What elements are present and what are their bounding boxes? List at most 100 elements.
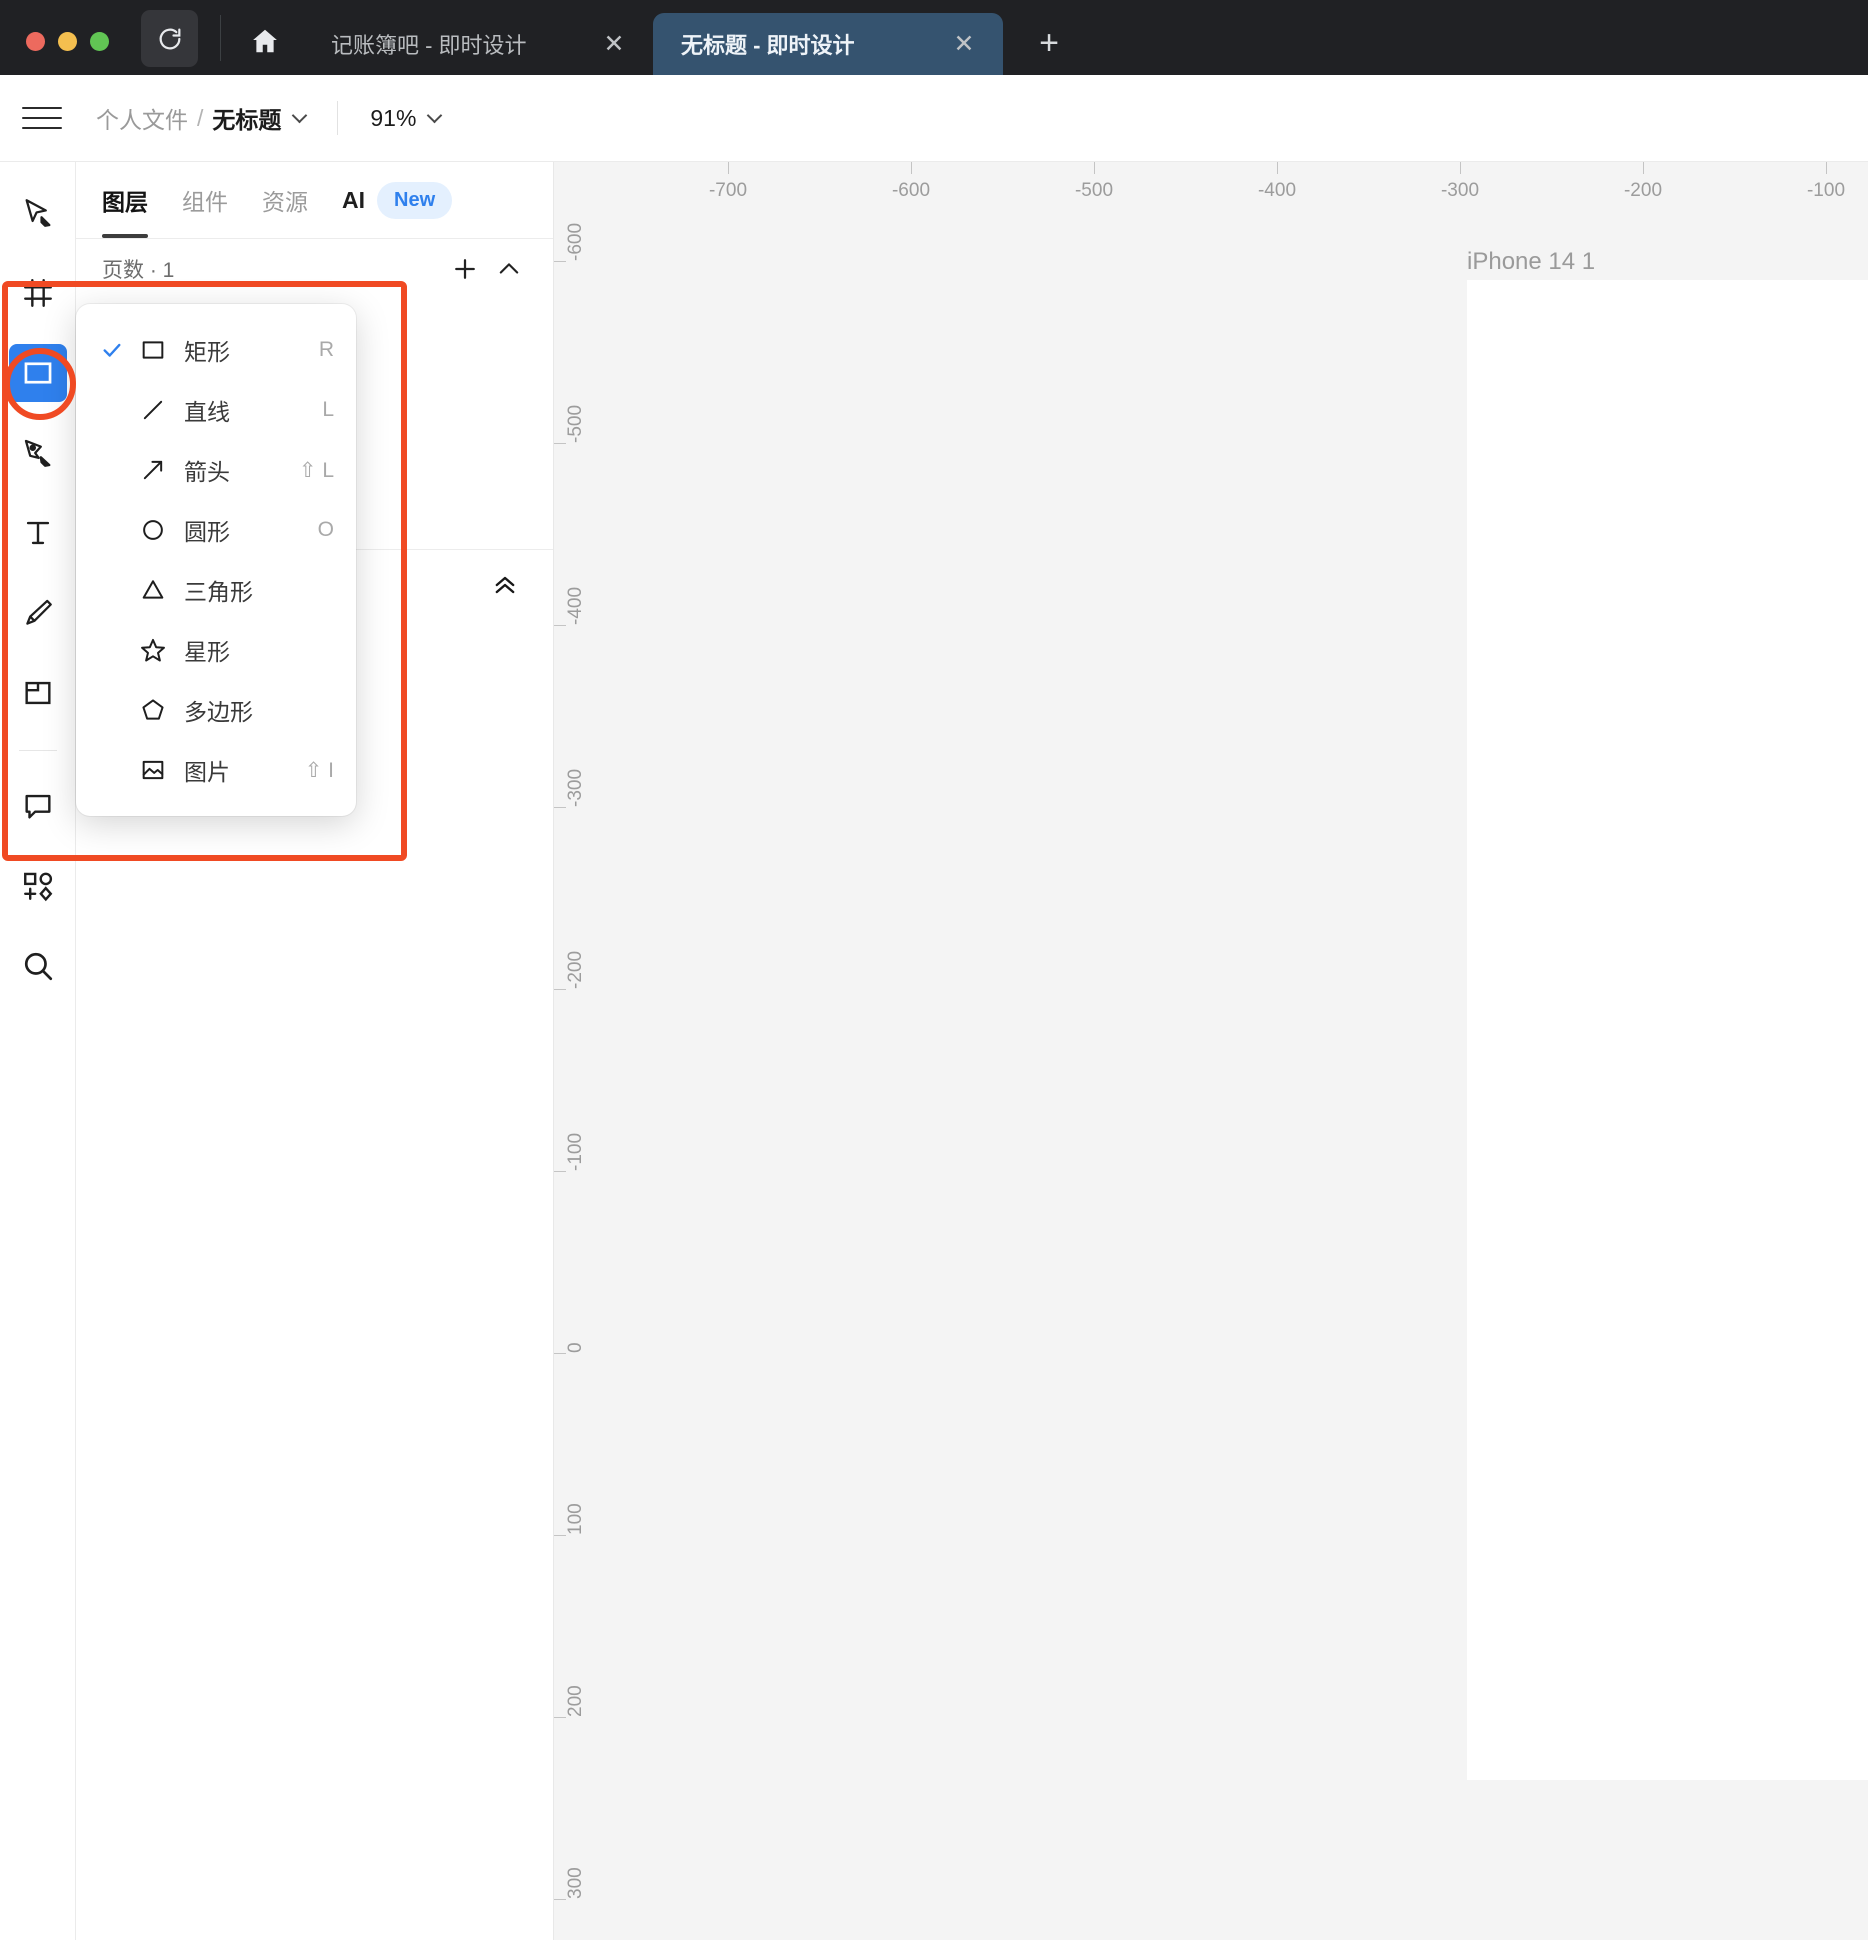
window-traffic-lights xyxy=(0,32,109,75)
collapse-pages-button[interactable] xyxy=(487,247,531,291)
search-icon xyxy=(24,952,52,981)
add-page-button[interactable] xyxy=(443,247,487,291)
browser-tab-1-close-icon[interactable]: ✕ xyxy=(597,27,631,61)
slice-tool[interactable] xyxy=(9,664,67,722)
chevron-down-icon[interactable] xyxy=(292,107,308,124)
tool-rail xyxy=(0,162,76,1940)
shape-menu-item-5[interactable]: 星形 xyxy=(76,620,356,680)
breadcrumb-file[interactable]: 无标题 xyxy=(212,101,281,135)
hamburger-icon-line xyxy=(22,127,62,129)
ruler-v-tick: -200 xyxy=(554,950,600,990)
hamburger-icon-line xyxy=(22,107,62,109)
artboard-iphone-14-1[interactable] xyxy=(1467,280,1868,1780)
image-icon xyxy=(130,756,176,784)
shape-dropdown-menu[interactable]: 矩形 R 直线 L 箭头 ⇧ L 圆形 O 三角形星形多边形 图片 ⇧ I xyxy=(76,304,356,816)
ruler-v-tick: 0 xyxy=(554,1342,600,1354)
browser-tab-1[interactable]: 记账簿吧 - 即时设计 ✕ xyxy=(303,13,653,75)
maximize-window-button[interactable] xyxy=(90,32,109,51)
frame-grid-icon xyxy=(23,279,52,307)
pencil-tool[interactable] xyxy=(9,584,67,642)
shape-menu-item-label: 直线 xyxy=(184,399,230,425)
browser-tab-1-title: 记账簿吧 - 即时设计 xyxy=(331,33,527,58)
toolbar-divider xyxy=(337,101,339,135)
shape-menu-item-label: 图片 xyxy=(184,759,230,785)
chevron-up-icon xyxy=(499,263,519,274)
shape-menu-item-7[interactable]: 图片 ⇧ I xyxy=(76,740,356,800)
browser-tab-2-close-icon[interactable]: ✕ xyxy=(947,27,981,61)
shape-menu-item-6[interactable]: 多边形 xyxy=(76,680,356,740)
horizontal-ruler[interactable]: -700 -600 -500 -400 -300 -200 -100 xyxy=(554,162,1868,208)
shape-menu-item-shortcut: R xyxy=(318,338,334,361)
line-icon xyxy=(130,396,176,424)
browser-tab-2[interactable]: 无标题 - 即时设计 ✕ xyxy=(653,13,1003,75)
chevron-down-icon[interactable] xyxy=(427,107,443,124)
main-area: 图层 组件 资源 AI New 页数 · 1 -700 -600 -500 -4… xyxy=(0,162,1868,1940)
pen-nib-icon xyxy=(24,439,50,467)
text-tool[interactable] xyxy=(9,504,67,562)
collapse-layers-button[interactable] xyxy=(483,563,527,607)
close-window-button[interactable] xyxy=(26,32,45,51)
tab-resources[interactable]: 资源 xyxy=(262,162,308,238)
shape-menu-item-1[interactable]: 直线 L xyxy=(76,380,356,440)
shape-menu-item-label: 星形 xyxy=(184,639,230,665)
rail-divider xyxy=(18,750,57,751)
canvas[interactable]: -700 -600 -500 -400 -300 -200 -100 -600 -500 -40… xyxy=(554,162,1868,1940)
vertical-ruler[interactable]: -600 -500 -400 -300 -200 -100 0 100 200 300 xyxy=(554,162,600,1940)
comment-bubble-icon xyxy=(24,794,51,819)
breadcrumb-separator: / xyxy=(197,104,204,131)
ai-new-badge: New xyxy=(377,181,453,219)
main-menu-button[interactable] xyxy=(18,94,66,142)
cursor-tool[interactable] xyxy=(9,184,67,242)
shape-menu-item-0[interactable]: 矩形 R xyxy=(76,320,356,380)
frame-tool[interactable] xyxy=(9,264,67,322)
component-add-icon xyxy=(23,872,52,902)
shape-menu-item-label: 圆形 xyxy=(184,519,230,545)
shape-tool[interactable] xyxy=(8,344,67,402)
slice-icon xyxy=(24,681,51,705)
zoom-level-label: 91% xyxy=(370,104,417,131)
shape-menu-item-shortcut: ⇧ L xyxy=(298,458,334,482)
comment-tool[interactable] xyxy=(9,777,67,835)
shape-menu-item-shortcut: O xyxy=(317,518,334,541)
home-icon xyxy=(253,29,277,53)
shape-menu-item-4[interactable]: 三角形 xyxy=(76,560,356,620)
breadcrumb[interactable]: 个人文件 / 无标题 xyxy=(96,101,308,135)
ruler-v-tick: -300 xyxy=(554,768,600,808)
breadcrumb-folder[interactable]: 个人文件 xyxy=(96,101,188,135)
browser-tab-2-title: 无标题 - 即时设计 xyxy=(681,33,855,58)
ruler-v-tick: 100 xyxy=(554,1503,600,1536)
reload-button[interactable] xyxy=(141,10,198,67)
home-button[interactable] xyxy=(243,19,287,63)
shape-menu-item-3[interactable]: 圆形 O xyxy=(76,500,356,560)
reload-icon xyxy=(159,28,180,49)
triangle-icon xyxy=(130,576,176,604)
ruler-v-tick: 200 xyxy=(554,1685,600,1718)
zoom-control[interactable]: 91% xyxy=(370,104,443,132)
tab-ai-label: AI xyxy=(342,186,365,213)
tab-components[interactable]: 组件 xyxy=(182,162,228,238)
component-tool[interactable] xyxy=(9,857,67,915)
hamburger-icon-line xyxy=(22,117,62,119)
shape-menu-item-shortcut: L xyxy=(322,398,334,421)
arrow-icon xyxy=(130,456,176,484)
pages-count-label: 页数 · 1 xyxy=(102,259,175,282)
tab-layers[interactable]: 图层 xyxy=(102,162,148,238)
pages-row: 页数 · 1 xyxy=(76,239,553,299)
rectangle-icon xyxy=(130,336,176,364)
cursor-icon xyxy=(25,199,50,227)
pencil-icon xyxy=(25,599,52,625)
new-tab-button[interactable]: + xyxy=(1025,19,1073,67)
rectangle-icon xyxy=(24,362,51,384)
artboard-label[interactable]: iPhone 14 1 xyxy=(1467,248,1595,276)
ruler-v-tick: 300 xyxy=(554,1867,600,1900)
search-tool[interactable] xyxy=(9,937,67,995)
double-chevron-up-icon xyxy=(495,576,515,594)
minimize-window-button[interactable] xyxy=(58,32,77,51)
ruler-v-tick: -400 xyxy=(554,586,600,626)
panel-tab-bar: 图层 组件 资源 AI New xyxy=(76,162,553,238)
browser-chrome: 记账簿吧 - 即时设计 ✕ 无标题 - 即时设计 ✕ + xyxy=(0,0,1868,75)
tab-ai[interactable]: AI New xyxy=(342,181,453,219)
browser-tab-strip: 记账簿吧 - 即时设计 ✕ 无标题 - 即时设计 ✕ xyxy=(303,13,1003,75)
shape-menu-item-2[interactable]: 箭头 ⇧ L xyxy=(76,440,356,500)
pen-tool[interactable] xyxy=(9,424,67,482)
